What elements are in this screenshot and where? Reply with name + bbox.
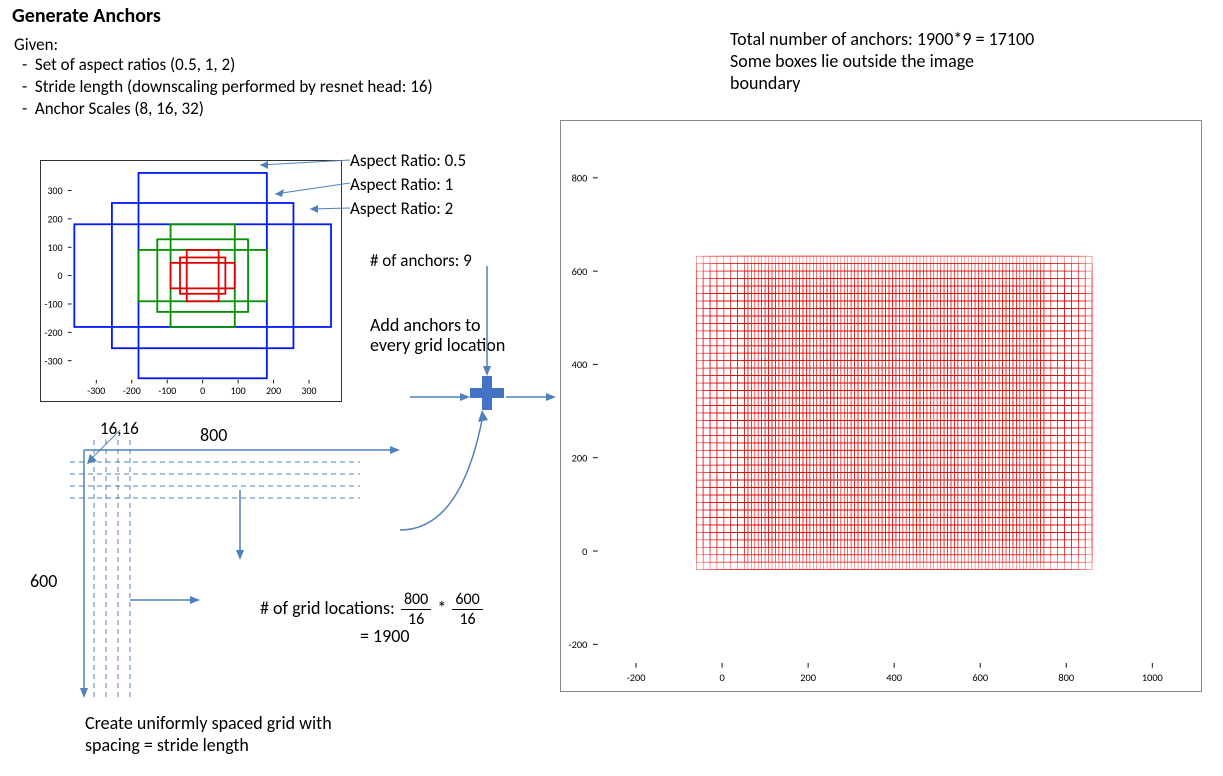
all-anchors-svg: -200 0 200 400 600 800 1000 -200 0 200 400 600 800	[561, 121, 1201, 691]
svg-text:400: 400	[886, 671, 902, 684]
given-item: Anchor Scales (8, 16, 32)	[14, 98, 433, 120]
svg-text:100: 100	[231, 385, 246, 397]
svg-text:0: 0	[719, 671, 724, 684]
svg-text:200: 200	[48, 213, 63, 225]
svg-text:-200: -200	[568, 638, 587, 651]
svg-text:-100: -100	[158, 385, 176, 397]
svg-text:-200: -200	[627, 671, 646, 684]
aspect-ratio-label: Aspect Ratio: 1	[350, 174, 453, 195]
arrow-pointer	[482, 266, 494, 381]
formula-prefix: # of grid locations:	[260, 597, 399, 619]
grid-diagram	[60, 440, 440, 690]
given-item: Stride length (downscaling performed by …	[14, 76, 433, 98]
grid-origin-label: 16,16	[100, 418, 139, 439]
svg-text:300: 300	[48, 185, 63, 197]
given-item: Set of aspect ratios (0.5, 1, 2)	[14, 54, 433, 76]
svg-text:-300: -300	[87, 385, 105, 397]
svg-text:-200: -200	[45, 327, 63, 339]
svg-text:400: 400	[572, 358, 588, 371]
big-plot-caption: Total number of anchors: 1900*9 = 17100 …	[730, 28, 1034, 94]
arrow-pointer	[410, 390, 470, 409]
arrow-pointer	[260, 155, 350, 178]
svg-text:100: 100	[48, 242, 63, 254]
svg-text:-200: -200	[123, 385, 141, 397]
aspect-ratio-label: Aspect Ratio: 2	[350, 198, 453, 219]
page: Generate Anchors Given: Set of aspect ra…	[0, 0, 1223, 776]
fraction: 800 16	[401, 590, 431, 629]
svg-text:-100: -100	[45, 299, 63, 311]
arrow-pointer	[275, 180, 350, 203]
grid-locations-formula: # of grid locations: 800 16 * 600 16	[260, 590, 485, 629]
given-list: Set of aspect ratios (0.5, 1, 2) Stride …	[14, 54, 433, 120]
svg-text:0: 0	[58, 270, 63, 282]
svg-text:0: 0	[582, 545, 587, 558]
fraction: 600 16	[452, 590, 482, 629]
svg-text:-300: -300	[45, 355, 63, 367]
page-title: Generate Anchors	[12, 4, 161, 28]
svg-text:200: 200	[572, 451, 588, 464]
svg-text:600: 600	[572, 265, 588, 278]
aspect-ratio-label: Aspect Ratio: 0.5	[350, 150, 466, 171]
grid-locations-result: = 1900	[360, 625, 410, 647]
svg-text:600: 600	[972, 671, 988, 684]
arrow-pointer	[310, 203, 350, 222]
anchors-count-label: # of anchors: 9	[370, 250, 472, 271]
create-grid-caption: Create uniformly spaced grid with spacin…	[85, 712, 332, 756]
svg-text:200: 200	[800, 671, 816, 684]
add-anchors-line: Add anchors to	[370, 314, 480, 336]
arrow-pointer	[506, 390, 556, 409]
svg-text:1000: 1000	[1142, 671, 1163, 684]
svg-text:800: 800	[1058, 671, 1074, 684]
svg-text:300: 300	[302, 385, 317, 397]
all-anchors-plot: -200 0 200 400 600 800 1000 -200 0 200 400 600 800	[560, 120, 1202, 692]
svg-text:0: 0	[200, 385, 205, 397]
svg-text:800: 800	[572, 172, 588, 185]
svg-text:200: 200	[266, 385, 281, 397]
plus-icon	[470, 376, 504, 410]
given-heading: Given:	[14, 34, 58, 55]
grid-height-label: 600	[30, 570, 57, 592]
